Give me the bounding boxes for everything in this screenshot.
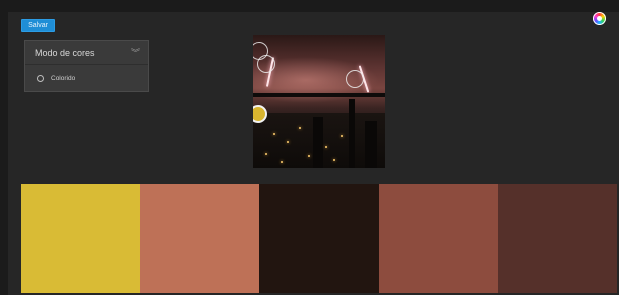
radio-icon[interactable]	[37, 74, 44, 82]
color-swatch[interactable]	[140, 184, 260, 293]
city-light	[341, 135, 343, 137]
color-picker-handle[interactable]	[346, 70, 364, 88]
city-light	[281, 161, 283, 163]
color-swatch[interactable]	[21, 184, 141, 293]
color-picker-handle[interactable]	[257, 55, 275, 73]
save-button[interactable]: Salvar	[21, 19, 55, 32]
color-palette	[21, 184, 618, 293]
city-skyline	[253, 99, 385, 168]
color-swatch[interactable]	[378, 184, 498, 293]
city-light	[287, 141, 289, 143]
building	[313, 117, 323, 168]
city-light	[265, 153, 267, 155]
building	[349, 99, 355, 168]
chevron-double-down-icon: ︾	[130, 48, 140, 58]
color-mode-title: Modo de cores	[35, 47, 95, 58]
source-photo	[253, 35, 385, 168]
color-mode-dropdown[interactable]: Modo de cores ︾	[25, 41, 148, 65]
city-light	[333, 159, 335, 161]
mode-option-colorido[interactable]: Colorido	[25, 65, 148, 91]
color-swatch[interactable]	[259, 184, 379, 293]
horizon	[253, 93, 385, 97]
color-wheel-icon[interactable]	[593, 12, 606, 25]
city-light	[299, 127, 301, 129]
mode-option-label: Colorido	[51, 74, 76, 82]
city-light	[273, 133, 275, 135]
building	[365, 121, 377, 168]
city-light	[308, 155, 310, 157]
color-mode-panel: Modo de cores ︾ Colorido	[24, 40, 149, 92]
city-light	[325, 146, 327, 148]
color-swatch[interactable]	[497, 184, 618, 293]
